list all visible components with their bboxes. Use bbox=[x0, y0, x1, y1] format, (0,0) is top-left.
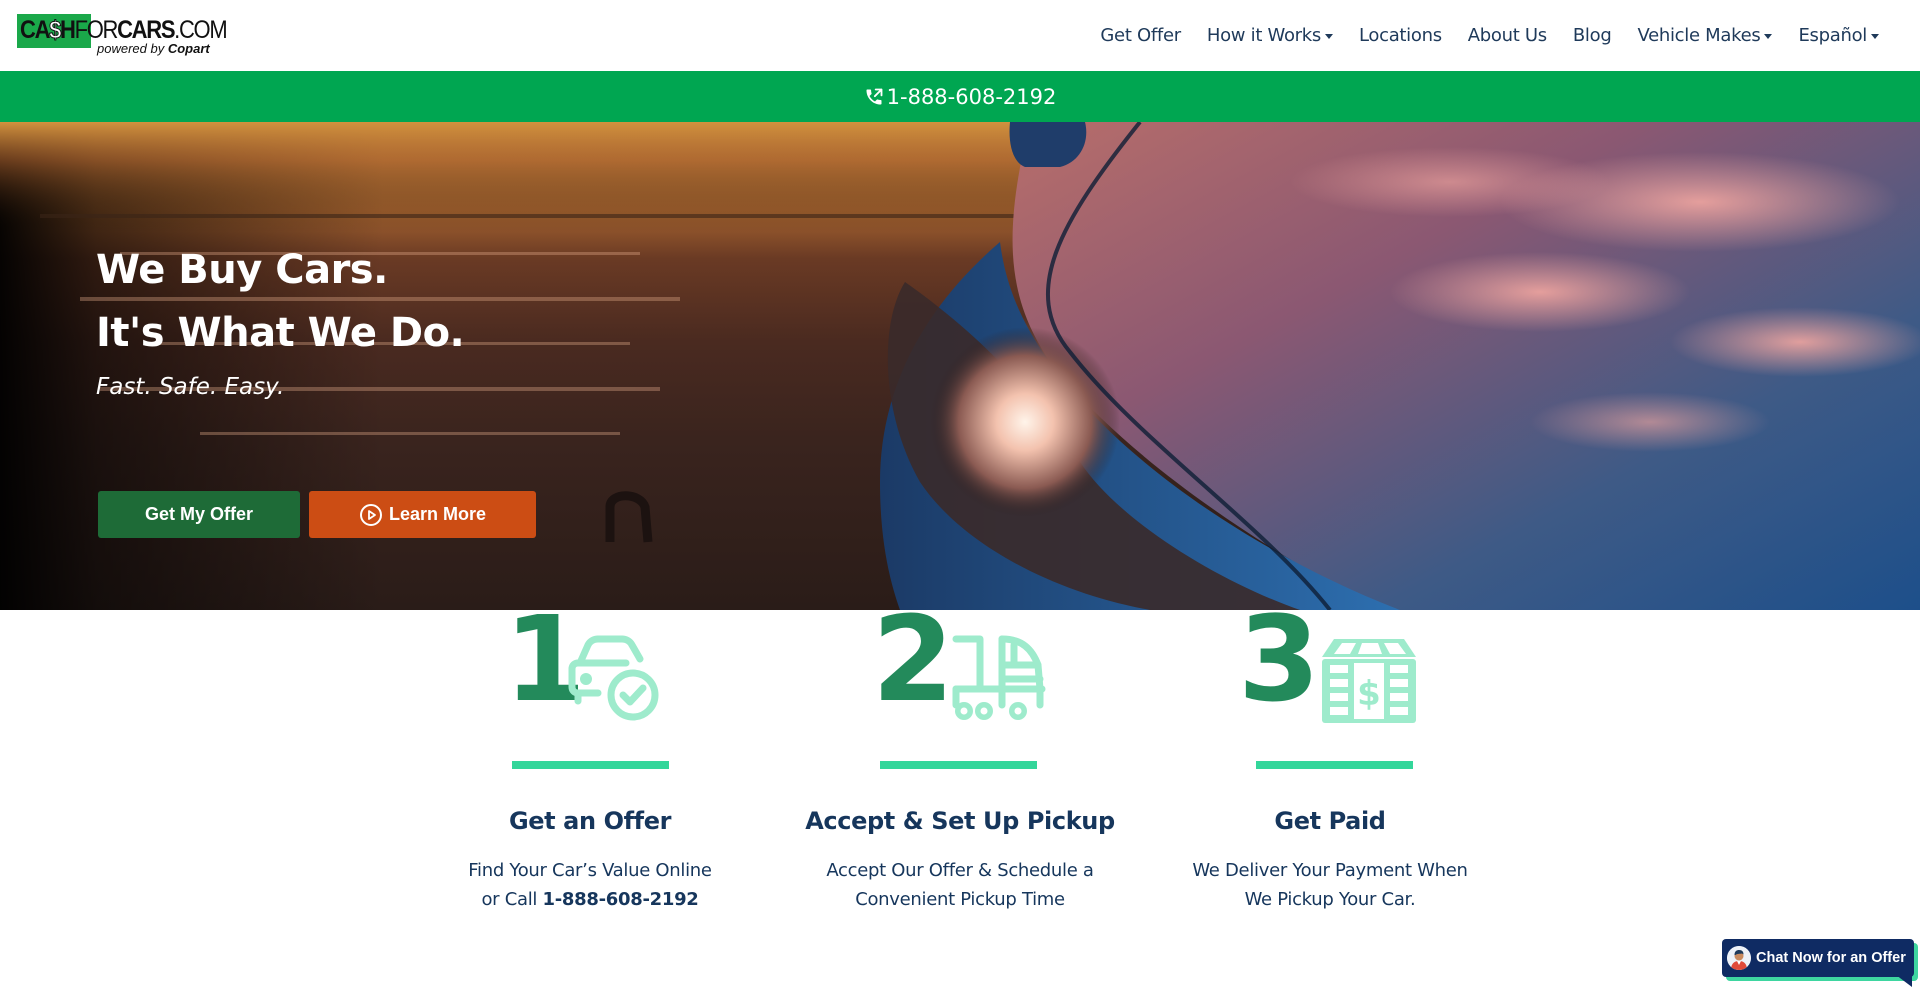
money-stack-icon: $ bbox=[1322, 639, 1416, 723]
phone-link[interactable]: 1-888-608-2192 bbox=[864, 85, 1056, 109]
chat-label: Chat Now for an Offer bbox=[1756, 950, 1906, 966]
hero-subheadline: It's What We Do. bbox=[96, 310, 465, 356]
caret-down-icon bbox=[1764, 34, 1773, 39]
nav-vehicle-makes[interactable]: Vehicle Makes bbox=[1624, 25, 1785, 46]
agent-avatar-icon bbox=[1727, 946, 1751, 970]
logo-tagline: powered by Copart bbox=[97, 41, 210, 56]
phone-outgoing-icon bbox=[866, 88, 883, 104]
logo-wordmark: CA$HFORCARS.COM bbox=[20, 16, 228, 45]
how-it-works-steps: 1 Get an Offer Find Your Car’s Value Onl… bbox=[0, 600, 1920, 993]
step-title: Accept & Set Up Pickup bbox=[805, 807, 1115, 835]
step-underline bbox=[1256, 761, 1413, 769]
caret-down-icon bbox=[1324, 34, 1333, 39]
svg-text:$: $ bbox=[1357, 674, 1381, 714]
step-description: We Deliver Your Payment When We Pickup Y… bbox=[1192, 860, 1468, 910]
step-number: 3 bbox=[1238, 590, 1320, 728]
main-nav: Get Offer How it Works Locations About U… bbox=[1087, 0, 1892, 71]
step-description: Accept Our Offer & Schedule a Convenient… bbox=[826, 860, 1094, 910]
caret-down-icon bbox=[1871, 34, 1879, 39]
hero-tagline: Fast. Safe. Easy. bbox=[96, 374, 285, 400]
nav-how-it-works[interactable]: How it Works bbox=[1194, 25, 1346, 46]
get-my-offer-button[interactable]: Get My Offer bbox=[98, 491, 300, 538]
step-description: Find Your Car’s Value Online or Call 1-8… bbox=[468, 860, 712, 910]
nav-locations[interactable]: Locations bbox=[1346, 25, 1455, 46]
step-title: Get an Offer bbox=[508, 807, 672, 835]
hero-headline: We Buy Cars. bbox=[96, 247, 388, 293]
chat-now-button[interactable]: Chat Now for an Offer bbox=[1722, 939, 1914, 987]
phone-bar: 1-888-608-2192 bbox=[0, 71, 1920, 122]
hero-banner: We Buy Cars. It's What We Do. Fast. Safe… bbox=[0, 122, 1920, 610]
site-header: CA$HFORCARS.COM powered by Copart Get Of… bbox=[0, 0, 1920, 71]
step-underline bbox=[880, 761, 1037, 769]
step-phone-number[interactable]: 1-888-608-2192 bbox=[543, 889, 699, 910]
learn-more-button[interactable]: Learn More bbox=[309, 491, 536, 538]
car-check-icon bbox=[568, 635, 659, 721]
chat-bubble-tail bbox=[1896, 975, 1912, 987]
nav-about-us[interactable]: About Us bbox=[1455, 25, 1560, 46]
nav-get-offer[interactable]: Get Offer bbox=[1087, 25, 1193, 46]
play-circle-icon bbox=[359, 503, 382, 526]
step-number: 2 bbox=[872, 590, 954, 728]
nav-language[interactable]: Español bbox=[1785, 25, 1892, 46]
site-logo[interactable]: CA$HFORCARS.COM powered by Copart bbox=[17, 14, 228, 58]
step-title: Get Paid bbox=[1274, 807, 1386, 835]
tow-truck-icon bbox=[952, 635, 1046, 720]
nav-blog[interactable]: Blog bbox=[1560, 25, 1625, 46]
step-underline bbox=[512, 761, 669, 769]
